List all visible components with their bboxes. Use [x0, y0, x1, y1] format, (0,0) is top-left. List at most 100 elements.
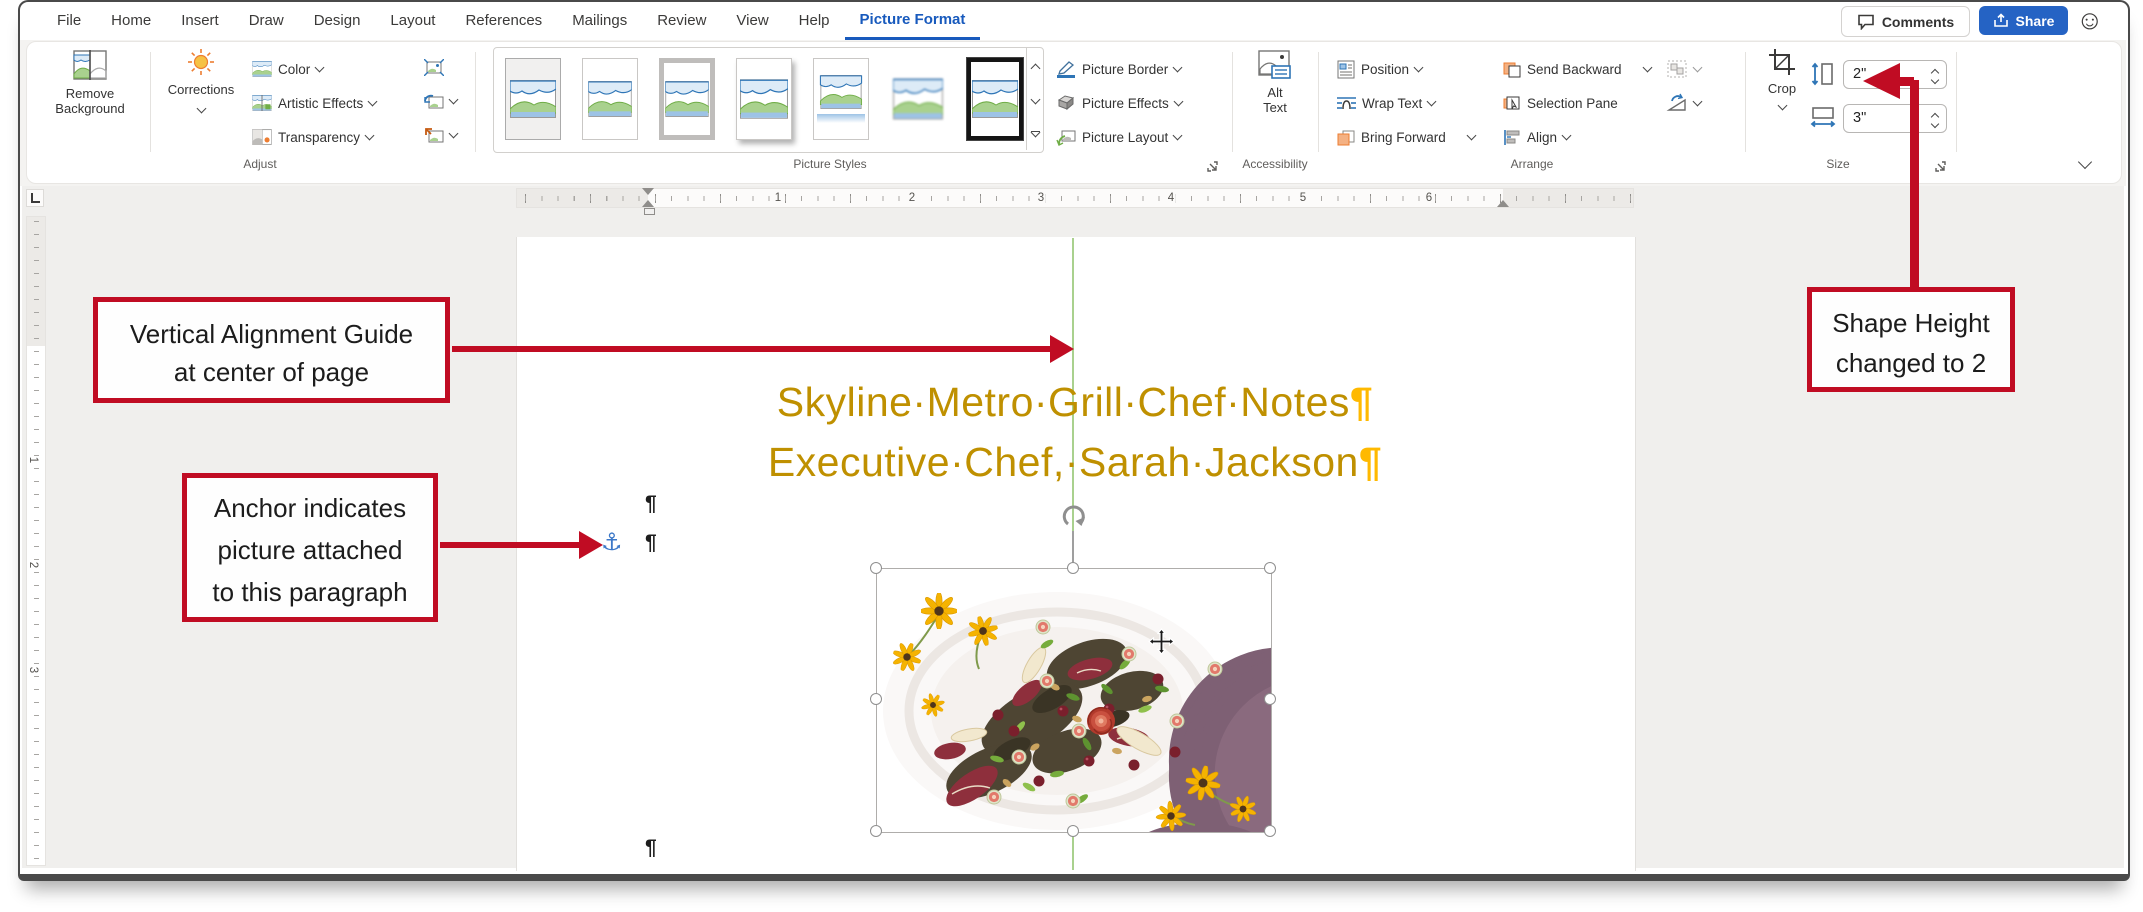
- bring-forward-icon: [1337, 129, 1355, 146]
- tab-stop-selector[interactable]: [26, 189, 44, 207]
- right-indent-marker[interactable]: [1497, 200, 1509, 207]
- tab-insert[interactable]: Insert: [166, 4, 234, 38]
- title-line-1: Skyline·Metro·Grill·Chef·Notes¶: [517, 372, 1633, 432]
- size-dialog-launcher-icon[interactable]: [1934, 160, 1947, 173]
- tab-references[interactable]: References: [450, 4, 557, 38]
- tab-stop-icon: [31, 193, 40, 203]
- picture-style-thumbnail[interactable]: [813, 58, 869, 140]
- feedback-smiley-icon[interactable]: ☺: [2076, 5, 2104, 35]
- picture-style-thumbnail[interactable]: [505, 58, 561, 140]
- picture-style-thumbnail[interactable]: [736, 58, 792, 140]
- resize-handle-ne[interactable]: [1264, 562, 1276, 574]
- ruler-number: 3: [1036, 192, 1046, 204]
- corrections-button[interactable]: Corrections: [160, 48, 242, 112]
- corrections-sun-icon: [187, 48, 215, 76]
- tab-file[interactable]: File: [42, 4, 96, 38]
- callout-anchor-paragraph: Anchor indicates picture attached to thi…: [182, 473, 438, 622]
- position-button[interactable]: Position: [1337, 57, 1422, 81]
- tab-help[interactable]: Help: [784, 4, 845, 38]
- document-picture[interactable]: [876, 568, 1272, 833]
- comments-button[interactable]: Comments: [1841, 6, 1970, 37]
- gallery-scroll-up-icon[interactable]: [1030, 63, 1040, 73]
- selection-pane-button[interactable]: Selection Pane: [1503, 91, 1618, 115]
- height-spin-down-icon[interactable]: [1931, 76, 1939, 84]
- tab-view[interactable]: View: [721, 4, 783, 38]
- picture-border-button[interactable]: Picture Border: [1056, 57, 1181, 81]
- gallery-more-icon: [1030, 128, 1040, 138]
- gallery-more-button[interactable]: [1031, 131, 1040, 137]
- width-spin-down-icon[interactable]: [1931, 120, 1939, 128]
- align-button[interactable]: Align: [1503, 125, 1570, 149]
- anchor-icon: ⚓: [601, 528, 623, 557]
- compress-picture-button[interactable]: [424, 55, 444, 79]
- picture-style-thumbnail[interactable]: [582, 58, 638, 140]
- group-objects-button[interactable]: [1666, 57, 1701, 81]
- tab-layout[interactable]: Layout: [375, 4, 450, 38]
- resize-handle-n[interactable]: [1067, 562, 1079, 574]
- document-title[interactable]: Skyline·Metro·Grill·Chef·Notes¶ Executiv…: [517, 372, 1633, 492]
- chevron-down-icon: [315, 63, 325, 73]
- picture-layout-button[interactable]: Picture Layout: [1056, 125, 1181, 149]
- resize-handle-se[interactable]: [1264, 825, 1276, 837]
- change-picture-button[interactable]: [424, 89, 457, 113]
- resize-handle-w[interactable]: [870, 693, 882, 705]
- alt-text-button[interactable]: Alt Text: [1243, 50, 1307, 115]
- callout-text: picture attached: [187, 529, 433, 571]
- bring-forward-button[interactable]: Bring Forward: [1337, 125, 1475, 149]
- callout-text: Vertical Alignment Guide: [98, 315, 445, 353]
- crop-button[interactable]: Crop: [1754, 48, 1810, 109]
- picture-layout-label: Picture Layout: [1082, 130, 1168, 145]
- send-backward-button[interactable]: Send Backward: [1503, 57, 1651, 81]
- ruler-number: 6: [1424, 192, 1434, 204]
- tab-design[interactable]: Design: [299, 4, 376, 38]
- adjust-group-label: Adjust: [200, 157, 320, 171]
- picture-style-thumbnail[interactable]: [890, 58, 946, 140]
- wrap-text-button[interactable]: Wrap Text: [1337, 91, 1435, 115]
- share-button[interactable]: Share: [1979, 6, 2068, 35]
- tab-home[interactable]: Home: [96, 4, 166, 38]
- hanging-indent-marker[interactable]: [642, 200, 654, 207]
- chevron-down-icon: [1427, 97, 1437, 107]
- comment-bubble-icon: [1857, 14, 1875, 30]
- artistic-effects-button[interactable]: Artistic Effects: [252, 91, 376, 115]
- artistic-effects-label: Artistic Effects: [278, 96, 363, 111]
- resize-handle-sw[interactable]: [870, 825, 882, 837]
- tab-review[interactable]: Review: [642, 4, 721, 38]
- alt-text-label1: Alt: [1267, 85, 1282, 100]
- first-line-indent-marker[interactable]: [642, 188, 654, 195]
- send-backward-icon: [1503, 61, 1521, 78]
- rotate-objects-button[interactable]: [1666, 91, 1701, 115]
- change-picture-icon: [424, 93, 444, 110]
- gallery-scroll-down-icon[interactable]: [1030, 95, 1040, 105]
- left-indent-marker[interactable]: [644, 208, 655, 215]
- chevron-down-icon: [449, 95, 459, 105]
- group-divider: [1318, 52, 1319, 152]
- chevron-down-icon: [1466, 131, 1476, 141]
- position-icon: [1337, 60, 1355, 79]
- chevron-down-icon: [1173, 63, 1183, 73]
- rotate-handle-icon[interactable]: [1060, 503, 1090, 533]
- picture-style-thumbnail[interactable]: [967, 58, 1023, 140]
- chevron-down-icon: [1173, 97, 1183, 107]
- remove-background-button[interactable]: Remove Background: [36, 50, 144, 116]
- picture-effects-button[interactable]: Picture Effects: [1056, 91, 1182, 115]
- reset-picture-button[interactable]: [424, 123, 457, 147]
- resize-handle-nw[interactable]: [870, 562, 882, 574]
- tab-mailings[interactable]: Mailings: [557, 4, 642, 38]
- vruler-ticks: [27, 217, 45, 865]
- remove-background-label2: Background: [55, 101, 124, 116]
- callout-text: Anchor indicates: [187, 487, 433, 529]
- resize-handle-s[interactable]: [1067, 825, 1079, 837]
- picture-style-thumbnail[interactable]: [659, 58, 715, 140]
- reset-picture-icon: [424, 127, 444, 144]
- color-button[interactable]: Color: [252, 57, 323, 81]
- comments-label: Comments: [1882, 14, 1954, 30]
- resize-handle-e[interactable]: [1264, 693, 1276, 705]
- shape-width-input[interactable]: 3": [1843, 104, 1947, 133]
- tab-draw[interactable]: Draw: [234, 4, 299, 38]
- picture-effects-icon: [1056, 95, 1076, 111]
- transparency-button[interactable]: Transparency: [252, 125, 373, 149]
- tab-picture-format[interactable]: Picture Format: [845, 3, 981, 40]
- callout-shape-height: Shape Height changed to 2: [1807, 287, 2015, 392]
- compress-picture-icon: [424, 59, 444, 76]
